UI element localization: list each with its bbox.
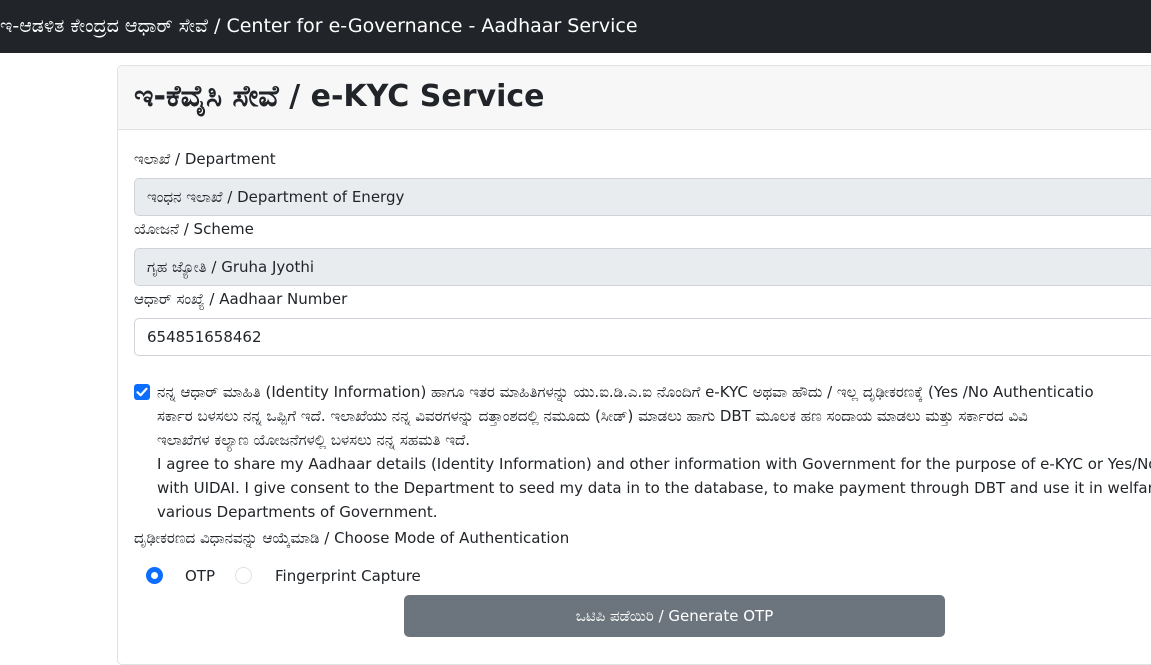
app-title: ಇ-ಆಡಳಿತ ಕೇಂದ್ರದ ಆಧಾರ್ ಸೇವೆ / Center for …: [0, 15, 638, 37]
fingerprint-radio-label[interactable]: Fingerprint Capture: [275, 567, 421, 585]
check-icon: [136, 387, 148, 397]
consent-line: I agree to share my Aadhaar details (Ide…: [157, 455, 1151, 473]
consent-line: ನನ್ನ ಆಧಾರ್ ಮಾಹಿತಿ (Identity Information)…: [157, 383, 1094, 401]
consent-line: various Departments of Government.: [157, 503, 438, 521]
department-label: ಇಲಾಖೆ / Department: [134, 150, 276, 168]
scheme-label: ಯೋಜನೆ / Scheme: [134, 220, 254, 238]
scheme-field[interactable]: ಗೃಹ ಜ್ಯೋತಿ / Gruha Jyothi: [134, 248, 1151, 286]
consent-line: ಸರ್ಕಾರ ಬಳಸಲು ನನ್ನ ಒಪ್ಪಿಗೆ ಇದೆ. ಇಲಾಖೆಯು ನ…: [157, 407, 1028, 425]
page-title: ಇ-ಕೆವೈಸಿ ಸೇವೆ / e-KYC Service: [134, 79, 545, 114]
otp-radio[interactable]: [146, 567, 163, 584]
card-header: ಇ-ಕೆವೈಸಿ ಸೇವೆ / e-KYC Service: [118, 66, 1151, 130]
aadhaar-number-input[interactable]: 654851658462: [134, 318, 1151, 356]
consent-text: ನನ್ನ ಆಧಾರ್ ಮಾಹಿತಿ (Identity Information)…: [157, 380, 1151, 524]
consent-checkbox[interactable]: [134, 384, 150, 400]
auth-mode-label: ದೃಢೀಕರಣದ ವಿಧಾನವನ್ನು ಆಯ್ಕೆಮಾಡಿ / Choose M…: [134, 529, 570, 547]
otp-radio-label[interactable]: OTP: [185, 567, 215, 585]
department-field[interactable]: ಇಂಧನ ಇಲಾಖೆ / Department of Energy: [134, 178, 1151, 216]
aadhaar-label: ಆಧಾರ್ ಸಂಖ್ಯೆ / Aadhaar Number: [134, 290, 348, 308]
consent-line: with UIDAI. I give consent to the Depart…: [157, 479, 1151, 497]
ekyc-card: ಇ-ಕೆವೈಸಿ ಸೇವೆ / e-KYC Service ಇಲಾಖೆ / De…: [117, 65, 1151, 665]
fingerprint-radio[interactable]: [235, 567, 252, 584]
consent-line: ಇಲಾಖೆಗಳ ಕಲ್ಯಾಣ ಯೋಜನೆಗಳಲ್ಲಿ ಬಳಸಲು ನನ್ನ ಸಹ…: [157, 431, 471, 449]
app-header: ಇ-ಆಡಳಿತ ಕೇಂದ್ರದ ಆಧಾರ್ ಸೇವೆ / Center for …: [0, 0, 1151, 53]
generate-otp-button[interactable]: ಒಟಿಪಿ ಪಡೆಯಿರಿ / Generate OTP: [404, 595, 945, 637]
